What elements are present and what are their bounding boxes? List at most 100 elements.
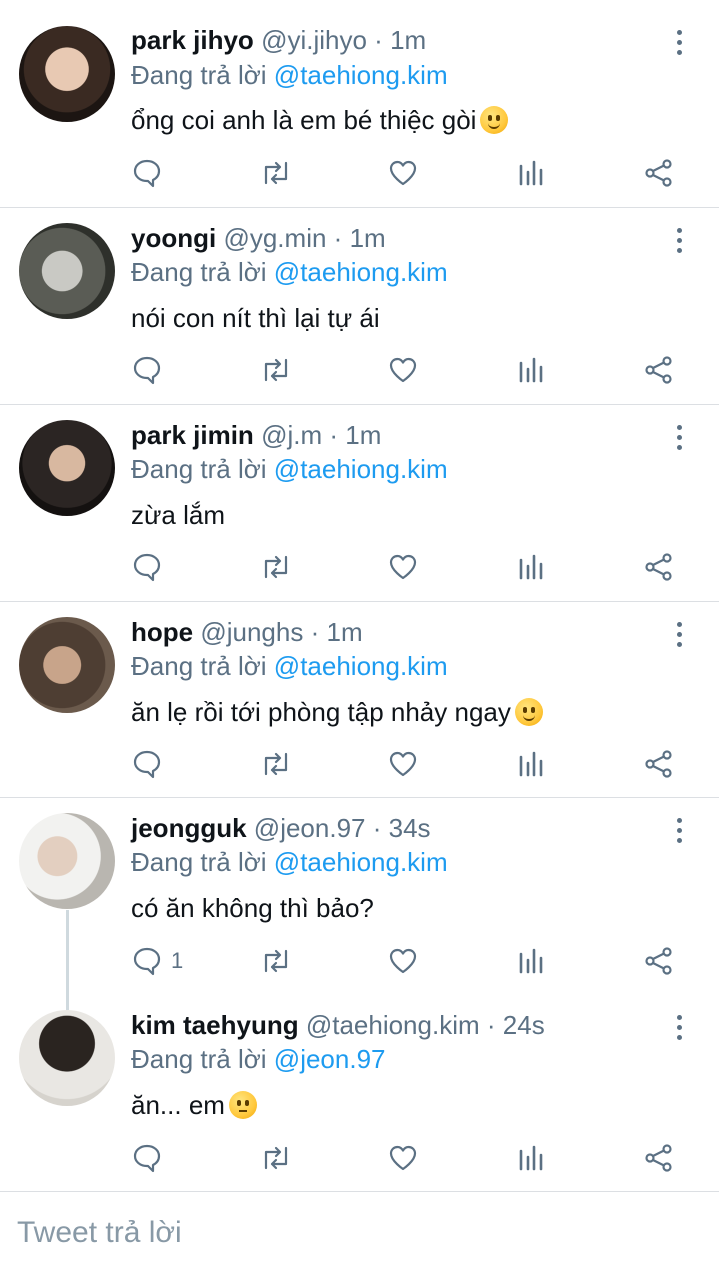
more-options-icon[interactable]: [668, 226, 692, 256]
more-options-icon[interactable]: [668, 816, 692, 846]
reply-composer-input[interactable]: Tweet trả lời: [17, 1216, 182, 1250]
analytics-button[interactable]: [518, 158, 544, 192]
tweet-text-content: nói con nít thì lại tự ái: [131, 303, 380, 333]
analytics-icon: [519, 554, 543, 580]
analytics-button[interactable]: [518, 946, 544, 980]
reply-prefix: Đang trả lời: [131, 454, 267, 484]
avatar[interactable]: [19, 1010, 115, 1106]
share-icon: [645, 750, 672, 778]
author-handle[interactable]: @j.m: [261, 420, 322, 450]
timestamp[interactable]: 1m: [390, 25, 426, 55]
retweet-button[interactable]: [259, 749, 293, 783]
reply-button[interactable]: [133, 749, 161, 783]
separator: ·: [333, 223, 343, 253]
author-handle[interactable]: @junghs: [200, 617, 303, 647]
author-name[interactable]: hope: [131, 617, 193, 647]
analytics-button[interactable]: [518, 552, 544, 586]
avatar[interactable]: [19, 420, 115, 516]
mention-link[interactable]: @jeon.97: [274, 1044, 386, 1074]
author-handle[interactable]: @jeon.97: [254, 813, 366, 843]
share-button[interactable]: [644, 946, 674, 980]
timestamp[interactable]: 1m: [327, 617, 363, 647]
more-options-icon[interactable]: [668, 423, 692, 453]
tweet[interactable]: park jimin @j.m · 1m Đang trả lời @taehi…: [0, 405, 719, 602]
share-icon: [645, 159, 672, 187]
tweet-actions: [131, 355, 691, 389]
mention-link[interactable]: @taehiong.kim: [274, 454, 448, 484]
share-button[interactable]: [644, 355, 674, 389]
more-options-icon[interactable]: [668, 620, 692, 650]
tweet-actions: [131, 158, 691, 192]
heart-icon: [389, 1145, 417, 1171]
avatar[interactable]: [19, 617, 115, 713]
reply-button[interactable]: [133, 552, 161, 586]
reply-button[interactable]: [133, 158, 161, 192]
tweet-text: ổng coi anh là em bé thiệc gòi: [131, 104, 509, 136]
reply-count: 1: [171, 948, 184, 973]
reply-button[interactable]: [133, 1143, 161, 1177]
tweet[interactable]: kim taehyung @taehiong.kim · 24s Đang tr…: [0, 995, 719, 1191]
mention-link[interactable]: @taehiong.kim: [274, 651, 448, 681]
divider: [0, 1191, 719, 1192]
share-button[interactable]: [644, 158, 674, 192]
tweet-actions: [131, 1143, 691, 1177]
author-name[interactable]: park jihyo: [131, 25, 254, 55]
author-name[interactable]: kim taehyung: [131, 1010, 299, 1040]
share-button[interactable]: [644, 552, 674, 586]
mention-link[interactable]: @taehiong.kim: [274, 257, 448, 287]
reply-icon: [133, 553, 161, 582]
heart-icon: [389, 948, 417, 974]
tweet-text-content: ổng coi anh là em bé thiệc gòi: [131, 105, 477, 135]
retweet-icon: [264, 358, 288, 382]
share-button[interactable]: [644, 1143, 674, 1177]
timestamp[interactable]: 34s: [389, 813, 431, 843]
retweet-button[interactable]: [259, 1143, 293, 1177]
analytics-button[interactable]: [518, 749, 544, 783]
reply-button[interactable]: 1: [133, 946, 183, 980]
author-name[interactable]: park jimin: [131, 420, 254, 450]
analytics-button[interactable]: [518, 1143, 544, 1177]
author-handle[interactable]: @yi.jihyo: [261, 25, 367, 55]
like-button[interactable]: [388, 355, 418, 389]
author-handle[interactable]: @yg.min: [223, 223, 326, 253]
tweet-text-content: zừa lắm: [131, 500, 225, 530]
retweet-button[interactable]: [259, 552, 293, 586]
timestamp[interactable]: 24s: [503, 1010, 545, 1040]
separator: ·: [310, 617, 320, 647]
retweet-button[interactable]: [259, 158, 293, 192]
tweet[interactable]: yoongi @yg.min · 1m Đang trả lời @taehio…: [0, 208, 719, 405]
author-handle[interactable]: @taehiong.kim: [306, 1010, 480, 1040]
avatar[interactable]: [19, 813, 115, 909]
heart-icon: [389, 357, 417, 383]
more-options-icon[interactable]: [668, 1013, 692, 1043]
mention-link[interactable]: @taehiong.kim: [274, 847, 448, 877]
tweet-text: zừa lắm: [131, 499, 225, 531]
reply-icon: [133, 1144, 161, 1173]
reply-button[interactable]: [133, 355, 161, 389]
timestamp[interactable]: 1m: [345, 420, 381, 450]
analytics-button[interactable]: [518, 355, 544, 389]
tweet[interactable]: park jihyo @yi.jihyo · 1m Đang trả lời @…: [0, 0, 719, 208]
avatar[interactable]: [19, 26, 115, 122]
tweet[interactable]: jeongguk @jeon.97 · 34s Đang trả lời @ta…: [0, 798, 719, 994]
retweet-button[interactable]: [259, 946, 293, 980]
author-name[interactable]: jeongguk: [131, 813, 247, 843]
author-name[interactable]: yoongi: [131, 223, 216, 253]
more-options-icon[interactable]: [668, 28, 692, 58]
share-button[interactable]: [644, 749, 674, 783]
like-button[interactable]: [388, 1143, 418, 1177]
like-button[interactable]: [388, 946, 418, 980]
mention-link[interactable]: @taehiong.kim: [274, 60, 448, 90]
avatar[interactable]: [19, 223, 115, 319]
tweet-text-content: ăn lẹ rồi tới phòng tập nhảy ngay: [131, 697, 511, 727]
like-button[interactable]: [388, 749, 418, 783]
retweet-icon: [264, 555, 288, 579]
like-button[interactable]: [388, 158, 418, 192]
tweet[interactable]: hope @junghs · 1m Đang trả lời @taehiong…: [0, 602, 719, 798]
tweet-actions: [131, 552, 691, 586]
analytics-icon: [519, 751, 543, 777]
retweet-button[interactable]: [259, 355, 293, 389]
like-button[interactable]: [388, 552, 418, 586]
timestamp[interactable]: 1m: [350, 223, 386, 253]
analytics-icon: [519, 948, 543, 974]
